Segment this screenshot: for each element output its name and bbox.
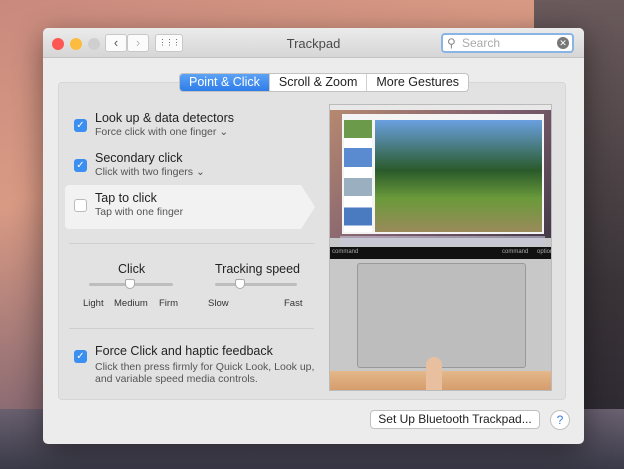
forward-button[interactable]: › (127, 34, 149, 52)
secondary-click-checkbox[interactable]: ✓ (74, 159, 87, 172)
zoom-button[interactable] (88, 38, 100, 50)
option-subtitle: Tap with one finger (95, 206, 184, 218)
click-slider-label: Click (118, 262, 146, 276)
option-title: Tap to click (95, 191, 157, 205)
close-button[interactable] (52, 38, 64, 50)
key-option: option (537, 249, 552, 255)
preview-bike-photo (375, 120, 542, 232)
lookup-gesture-dropdown[interactable]: Force click with one finger ⌄ (95, 126, 228, 138)
help-button[interactable]: ? (550, 410, 570, 430)
option-title: Force Click and haptic feedback (95, 344, 273, 358)
tap-to-click-checkbox[interactable] (74, 199, 87, 212)
click-tick-medium: Medium (114, 298, 148, 309)
search-placeholder: Search (462, 36, 501, 50)
preview-photos-window (342, 114, 544, 234)
tracking-min-label: Slow (208, 298, 229, 309)
option-subtitle: Force click with one finger (95, 126, 217, 138)
key-command-left: command (332, 249, 359, 255)
setup-bluetooth-trackpad-button[interactable]: Set Up Bluetooth Trackpad... (370, 410, 540, 429)
preview-thumbnails (344, 120, 372, 232)
tab-point-click[interactable]: Point & Click (180, 74, 269, 91)
show-all-grid-icon[interactable]: ⋮⋮⋮ (155, 34, 183, 52)
click-slider-knob[interactable] (125, 279, 135, 289)
divider (69, 243, 314, 244)
minimize-button[interactable] (70, 38, 82, 50)
search-input[interactable]: ⚲ Search ✕ (441, 33, 574, 53)
key-command-right: command (502, 249, 529, 255)
clear-search-icon[interactable]: ✕ (557, 37, 569, 49)
preview-finger (426, 357, 442, 390)
divider (69, 328, 314, 329)
tab-bar: Point & Click Scroll & Zoom More Gesture… (179, 73, 470, 92)
option-description: and variable speed media controls. (95, 373, 258, 385)
tracking-max-label: Fast (284, 298, 303, 309)
force-click-checkbox[interactable]: ✓ (74, 350, 87, 363)
chevron-down-icon: ⌄ (195, 166, 205, 178)
tracking-speed-knob[interactable] (234, 279, 245, 289)
option-title: Look up & data detectors (95, 111, 234, 125)
trackpad-window: ‹ › ⋮⋮⋮ Trackpad ⚲ Search ✕ Point & Clic… (43, 28, 584, 444)
tracking-speed-label: Tracking speed (215, 262, 300, 276)
chevron-down-icon: ⌄ (219, 126, 229, 138)
lookup-checkbox[interactable]: ✓ (74, 119, 87, 132)
tracking-speed-slider[interactable] (215, 283, 297, 286)
tab-scroll-zoom[interactable]: Scroll & Zoom (268, 74, 367, 91)
click-tick-light: Light (83, 298, 104, 309)
preview-trackpad (357, 263, 526, 368)
click-tick-firm: Firm (159, 298, 178, 309)
preview-menubar (330, 105, 551, 110)
option-title: Secondary click (95, 151, 183, 165)
back-button[interactable]: ‹ (105, 34, 127, 52)
tab-more-gestures[interactable]: More Gestures (366, 74, 468, 91)
settings-panel: ✓ Look up & data detectors Force click w… (58, 82, 566, 400)
title-bar: ‹ › ⋮⋮⋮ Trackpad ⚲ Search ✕ (43, 28, 584, 58)
option-subtitle: Click with two fingers (95, 166, 194, 178)
option-description: Click then press firmly for Quick Look, … (95, 361, 315, 373)
search-icon: ⚲ (447, 36, 456, 50)
preview-keyboard: command command option (330, 247, 552, 259)
gesture-preview-video: command command option (329, 104, 552, 391)
preview-dock (340, 236, 545, 246)
secondary-click-dropdown[interactable]: Click with two fingers ⌄ (95, 166, 205, 178)
